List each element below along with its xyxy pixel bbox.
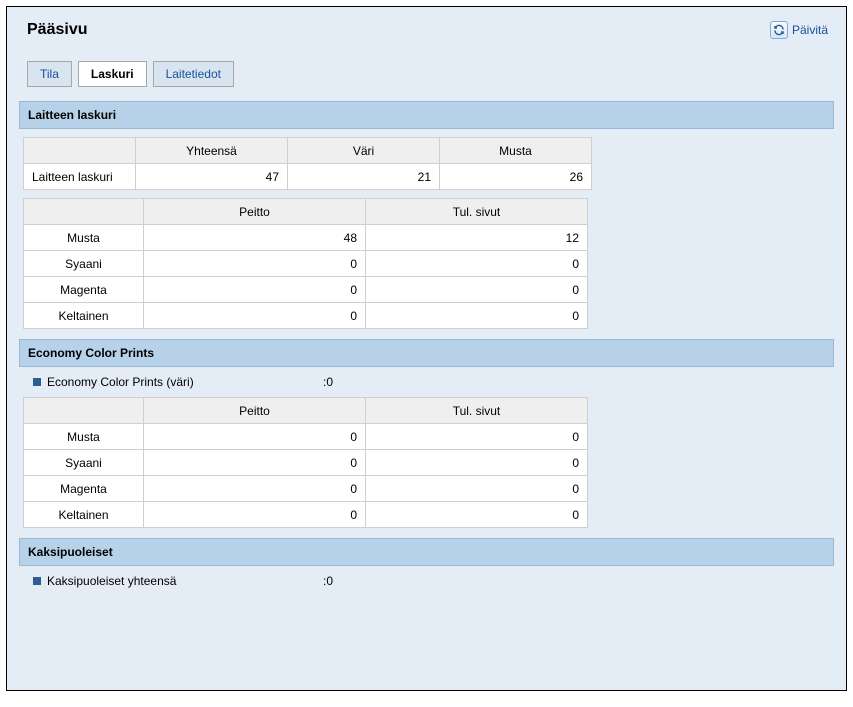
main-panel: Pääsivu Päivitä Tila Laskuri Laitetiedot… xyxy=(6,6,847,691)
cell: 0 xyxy=(144,476,366,502)
cell-color: 21 xyxy=(288,164,440,190)
duplex-label: Kaksipuoleiset yhteensä xyxy=(47,574,317,588)
table-header-coverage: Peitto xyxy=(144,199,366,225)
cell: 0 xyxy=(366,502,588,528)
table-header-total: Yhteensä xyxy=(136,138,288,164)
cell-black: 26 xyxy=(440,164,592,190)
table-row: Laitteen laskuri 47 21 26 xyxy=(24,164,592,190)
cell: 48 xyxy=(144,225,366,251)
cell: 0 xyxy=(144,303,366,329)
table-header-blank xyxy=(24,138,136,164)
duplex-info: Kaksipuoleiset yhteensä :0 xyxy=(33,574,834,588)
duplex-value: :0 xyxy=(323,574,333,588)
cell-total: 47 xyxy=(136,164,288,190)
table-row: Keltainen 0 0 xyxy=(24,303,588,329)
cell: 0 xyxy=(144,450,366,476)
cell: 0 xyxy=(144,502,366,528)
table-row: Magenta 0 0 xyxy=(24,476,588,502)
table-header-blank xyxy=(24,199,144,225)
cell: 0 xyxy=(144,251,366,277)
table-row: Magenta 0 0 xyxy=(24,277,588,303)
row-label: Laitteen laskuri xyxy=(24,164,136,190)
row-yellow: Keltainen xyxy=(24,303,144,329)
tab-laskuri[interactable]: Laskuri xyxy=(78,61,147,87)
table-header-pages: Tul. sivut xyxy=(366,199,588,225)
page-title: Pääsivu xyxy=(27,21,87,39)
table-row: Musta 48 12 xyxy=(24,225,588,251)
header-row: Pääsivu Päivitä xyxy=(19,19,834,53)
row-magenta: Magenta xyxy=(24,277,144,303)
tabs: Tila Laskuri Laitetiedot xyxy=(27,61,834,87)
coverage-table-1: Peitto Tul. sivut Musta 48 12 Syaani 0 0… xyxy=(23,198,588,329)
cell: 0 xyxy=(366,424,588,450)
row-yellow: Keltainen xyxy=(24,502,144,528)
tab-tila[interactable]: Tila xyxy=(27,61,72,87)
table-row: Syaani 0 0 xyxy=(24,251,588,277)
table-header-color: Väri xyxy=(288,138,440,164)
table-row: Keltainen 0 0 xyxy=(24,502,588,528)
cell: 0 xyxy=(366,277,588,303)
table-row: Syaani 0 0 xyxy=(24,450,588,476)
economy-color-value: :0 xyxy=(323,375,333,389)
economy-color-info: Economy Color Prints (väri) :0 xyxy=(33,375,834,389)
row-black: Musta xyxy=(24,225,144,251)
row-cyan: Syaani xyxy=(24,450,144,476)
economy-color-label: Economy Color Prints (väri) xyxy=(47,375,317,389)
bullet-icon xyxy=(33,378,41,386)
cell: 0 xyxy=(144,424,366,450)
coverage-table-2: Peitto Tul. sivut Musta 0 0 Syaani 0 0 M… xyxy=(23,397,588,528)
cell: 12 xyxy=(366,225,588,251)
refresh-label: Päivitä xyxy=(792,23,828,37)
row-black: Musta xyxy=(24,424,144,450)
table-header-black: Musta xyxy=(440,138,592,164)
cell: 0 xyxy=(366,303,588,329)
table-header-blank xyxy=(24,398,144,424)
cell: 0 xyxy=(144,277,366,303)
cell: 0 xyxy=(366,450,588,476)
table-row: Musta 0 0 xyxy=(24,424,588,450)
section-economy-color: Economy Color Prints xyxy=(19,339,834,367)
section-kaksipuoleiset: Kaksipuoleiset xyxy=(19,538,834,566)
bullet-icon xyxy=(33,577,41,585)
device-counter-table: Yhteensä Väri Musta Laitteen laskuri 47 … xyxy=(23,137,592,190)
table-header-pages: Tul. sivut xyxy=(366,398,588,424)
refresh-icon xyxy=(770,21,788,39)
table-header-coverage: Peitto xyxy=(144,398,366,424)
row-cyan: Syaani xyxy=(24,251,144,277)
section-laitteen-laskuri: Laitteen laskuri xyxy=(19,101,834,129)
cell: 0 xyxy=(366,251,588,277)
row-magenta: Magenta xyxy=(24,476,144,502)
refresh-button[interactable]: Päivitä xyxy=(770,21,828,39)
cell: 0 xyxy=(366,476,588,502)
tab-laitetiedot[interactable]: Laitetiedot xyxy=(153,61,234,87)
